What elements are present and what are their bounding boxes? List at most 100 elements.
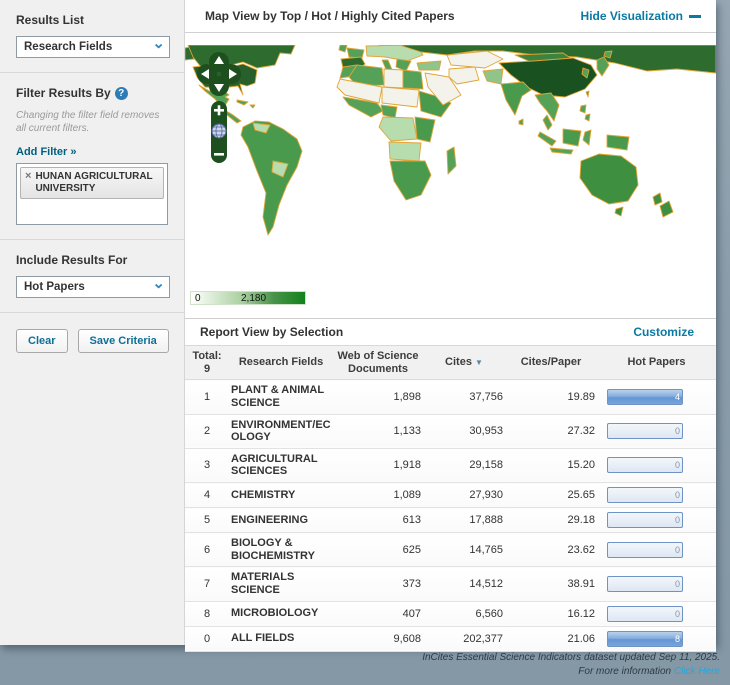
filter-chip[interactable]: × HUNAN AGRICULTURAL UNIVERSITY [20,167,164,199]
hot-papers-value: 0 [675,514,680,527]
hot-papers-cell: 0 [597,508,716,533]
hot-papers-bar[interactable]: 0 [607,487,683,503]
hot-papers-bar[interactable]: 0 [607,512,683,528]
research-field-link[interactable]: CHEMISTRY [229,483,333,508]
help-icon[interactable]: ? [115,87,128,100]
customize-link[interactable]: Customize [633,325,694,339]
filter-heading: Filter Results By? [16,86,170,100]
report-table: Total: 9 Research Fields Web of Science … [185,345,716,652]
documents-cell: 407 [333,601,423,626]
rank-cell: 5 [185,508,229,533]
documents-cell: 1,133 [333,414,423,448]
table-row[interactable]: 1 PLANT & ANIMAL SCIENCE 1,898 37,756 19… [185,380,716,414]
cites-cell: 29,158 [423,448,505,482]
results-list-select[interactable]: Research Fields ⌄ [16,36,170,58]
table-row[interactable]: 8 MICROBIOLOGY 407 6,560 16.12 0 [185,601,716,626]
table-header-row: Total: 9 Research Fields Web of Science … [185,346,716,380]
include-results-section: Include Results For Hot Papers ⌄ [0,239,184,312]
column-header-documents: Web of Science Documents [333,346,423,380]
hide-visualization-label: Hide Visualization [581,9,683,23]
cites-cell: 14,512 [423,567,505,601]
documents-cell: 625 [333,533,423,567]
table-row[interactable]: 0 ALL FIELDS 9,608 202,377 21.06 8 [185,626,716,651]
choropleth-map[interactable] [185,45,716,295]
cites-per-paper-cell: 16.12 [505,601,597,626]
table-row[interactable]: 7 MATERIALS SCIENCE 373 14,512 38.91 0 [185,567,716,601]
hot-papers-cell: 0 [597,483,716,508]
hide-visualization-link[interactable]: Hide Visualization [581,9,701,23]
column-header-research-fields: Research Fields [229,346,333,380]
hot-papers-value: 8 [675,633,680,646]
rank-cell: 3 [185,448,229,482]
hot-papers-bar[interactable]: 8 [607,631,683,647]
more-info-label: For more information [578,666,671,677]
map-controls[interactable] [197,51,241,169]
table-row[interactable]: 2 ENVIRONMENT/ECOLOGY 1,133 30,953 27.32… [185,414,716,448]
column-header-cites[interactable]: Cites ▼ [423,346,505,380]
filter-heading-label: Filter Results By [16,86,111,100]
save-criteria-button[interactable]: Save Criteria [78,329,169,353]
results-list-heading: Results List [16,13,170,27]
cites-cell: 6,560 [423,601,505,626]
cites-per-paper-cell: 27.32 [505,414,597,448]
filter-list-box[interactable]: × HUNAN AGRICULTURAL UNIVERSITY [16,163,168,225]
research-field-link[interactable]: ENGINEERING [229,508,333,533]
criteria-buttons-section: Clear Save Criteria [0,312,184,367]
cites-per-paper-cell: 29.18 [505,508,597,533]
hot-papers-bar[interactable]: 0 [607,576,683,592]
hot-papers-cell: 8 [597,626,716,651]
cites-per-paper-cell: 19.89 [505,380,597,414]
zoom-out-icon [214,153,224,156]
research-field-link[interactable]: AGRICULTURAL SCIENCES [229,448,333,482]
include-results-value: Hot Papers [24,281,85,293]
research-field-link[interactable]: MATERIALS SCIENCE [229,567,333,601]
click-here-link[interactable]: Click Here [674,666,720,677]
research-field-link[interactable]: PLANT & ANIMAL SCIENCE [229,380,333,414]
documents-cell: 373 [333,567,423,601]
chevron-down-icon: ⌄ [152,39,165,49]
rank-cell: 2 [185,414,229,448]
research-field-link[interactable]: ALL FIELDS [229,626,333,651]
table-row[interactable]: 5 ENGINEERING 613 17,888 29.18 0 [185,508,716,533]
column-header-total: Total: 9 [185,346,229,380]
research-field-link[interactable]: ENVIRONMENT/ECOLOGY [229,414,333,448]
dataset-updated-text: InCites Essential Science Indicators dat… [422,651,720,665]
hot-papers-bar[interactable]: 0 [607,542,683,558]
map-view-title: Map View by Top / Hot / Highly Cited Pap… [205,9,455,23]
filter-chip-label: HUNAN AGRICULTURAL UNIVERSITY [35,171,158,195]
cites-per-paper-cell: 15.20 [505,448,597,482]
hot-papers-value: 0 [675,489,680,502]
clear-button[interactable]: Clear [16,329,68,353]
hot-papers-bar[interactable]: 0 [607,423,683,439]
hot-papers-cell: 0 [597,567,716,601]
include-results-select[interactable]: Hot Papers ⌄ [16,276,170,298]
main-panel: Map View by Top / Hot / Highly Cited Pap… [185,0,716,645]
hot-papers-bar[interactable]: 0 [607,457,683,473]
hot-papers-cell: 0 [597,448,716,482]
cites-per-paper-cell: 25.65 [505,483,597,508]
report-title: Report View by Selection [200,325,343,339]
rank-cell: 6 [185,533,229,567]
documents-cell: 9,608 [333,626,423,651]
add-filter-link[interactable]: Add Filter » [16,146,77,158]
table-row[interactable]: 4 CHEMISTRY 1,089 27,930 25.65 0 [185,483,716,508]
globe-icon [212,124,226,138]
world-map[interactable]: 0 2,180 [185,33,716,318]
hot-papers-value: 0 [675,578,680,591]
column-header-hot-papers: Hot Papers [597,346,716,380]
footer: InCites Essential Science Indicators dat… [422,651,720,678]
hot-papers-value: 4 [675,391,680,404]
table-row[interactable]: 3 AGRICULTURAL SCIENCES 1,918 29,158 15.… [185,448,716,482]
hot-papers-bar[interactable]: 4 [607,389,683,405]
more-info-text: For more information Click Here [422,665,720,679]
documents-cell: 1,089 [333,483,423,508]
cites-cell: 30,953 [423,414,505,448]
hot-papers-cell: 4 [597,380,716,414]
content-card: Results List Research Fields ⌄ Filter Re… [0,0,716,645]
hot-papers-cell: 0 [597,414,716,448]
research-field-link[interactable]: BIOLOGY & BIOCHEMISTRY [229,533,333,567]
research-field-link[interactable]: MICROBIOLOGY [229,601,333,626]
remove-filter-icon[interactable]: × [25,171,31,182]
hot-papers-bar[interactable]: 0 [607,606,683,622]
table-row[interactable]: 6 BIOLOGY & BIOCHEMISTRY 625 14,765 23.6… [185,533,716,567]
